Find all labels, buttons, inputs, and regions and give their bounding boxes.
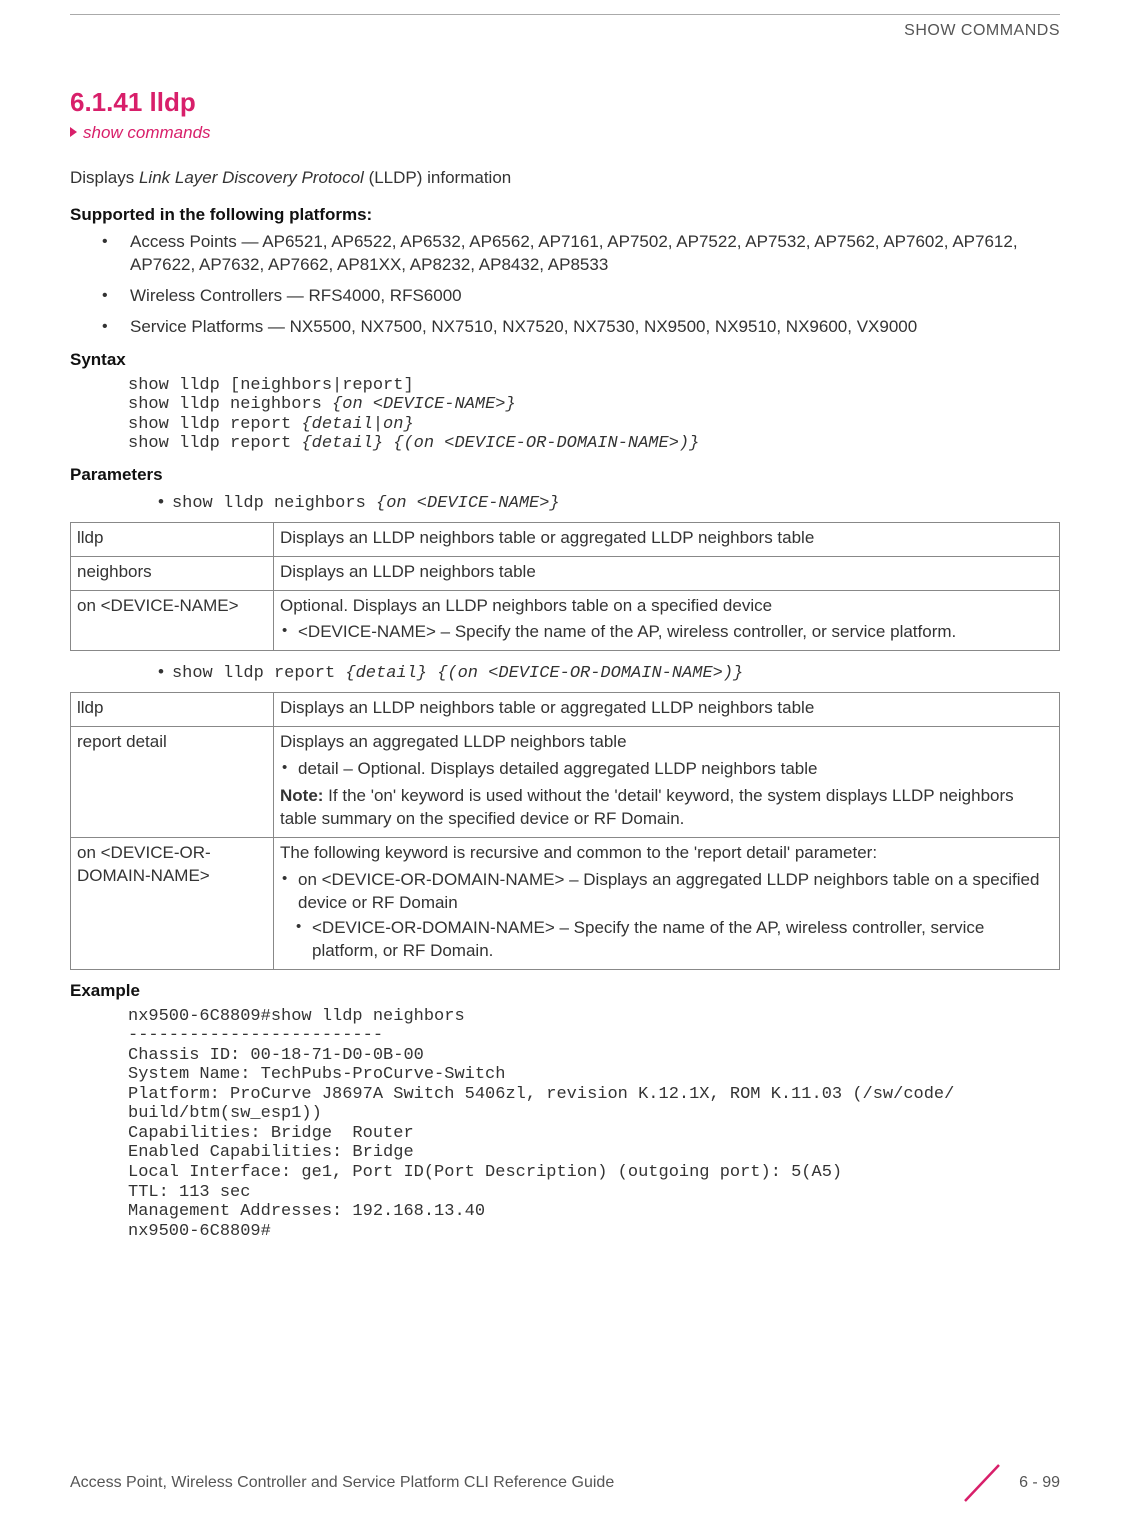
section-number: 6.1.41 lldp <box>70 85 1060 120</box>
platform-item: Access Points — AP6521, AP6522, AP6532, … <box>130 231 1060 277</box>
supported-heading: Supported in the following platforms: <box>70 204 1060 227</box>
table-row: lldp Displays an LLDP neighbors table or… <box>71 693 1060 727</box>
param-desc: The following keyword is recursive and c… <box>274 838 1060 970</box>
page-number: 6 - 99 <box>1019 1472 1060 1494</box>
header-label: SHOW COMMANDS <box>904 20 1060 42</box>
param-name: report detail <box>71 727 274 838</box>
syntax-block: show lldp [neighbors|report] show lldp n… <box>128 376 1060 454</box>
table-row: report detail Displays an aggregated LLD… <box>71 727 1060 838</box>
example-block: nx9500-6C8809#show lldp neighbors ------… <box>128 1007 1060 1242</box>
param-name: on <DEVICE-OR-DOMAIN-NAME> <box>71 838 274 970</box>
example-heading: Example <box>70 980 1060 1003</box>
param-command-2: •show lldp report {detail} {(on <DEVICE-… <box>158 661 1060 686</box>
table-row: lldp Displays an LLDP neighbors table or… <box>71 522 1060 556</box>
table-row: on <DEVICE-OR-DOMAIN-NAME> The following… <box>71 838 1060 970</box>
table-row: neighbors Displays an LLDP neighbors tab… <box>71 556 1060 590</box>
intro-text: Displays Link Layer Discovery Protocol (… <box>70 167 1060 190</box>
param-desc: Displays an LLDP neighbors table or aggr… <box>274 693 1060 727</box>
param-desc: Optional. Displays an LLDP neighbors tab… <box>274 590 1060 651</box>
param-name: neighbors <box>71 556 274 590</box>
table-row: on <DEVICE-NAME> Optional. Displays an L… <box>71 590 1060 651</box>
param-command-1: •show lldp neighbors {on <DEVICE-NAME>} <box>158 491 1060 516</box>
footer-slash-icon <box>957 1461 1007 1505</box>
param-desc: Displays an aggregated LLDP neighbors ta… <box>274 727 1060 838</box>
param-table-1: lldp Displays an LLDP neighbors table or… <box>70 522 1060 652</box>
param-name: lldp <box>71 693 274 727</box>
platform-item: Wireless Controllers — RFS4000, RFS6000 <box>130 285 1060 308</box>
param-desc: Displays an LLDP neighbors table or aggr… <box>274 522 1060 556</box>
parameters-heading: Parameters <box>70 464 1060 487</box>
breadcrumb-text: show commands <box>83 123 211 142</box>
breadcrumb-arrow-icon <box>70 127 77 137</box>
footer-title: Access Point, Wireless Controller and Se… <box>70 1472 614 1494</box>
platform-list: Access Points — AP6521, AP6522, AP6532, … <box>70 231 1060 339</box>
syntax-heading: Syntax <box>70 349 1060 372</box>
breadcrumb[interactable]: show commands <box>70 122 1060 145</box>
platform-item: Service Platforms — NX5500, NX7500, NX75… <box>130 316 1060 339</box>
page-footer: Access Point, Wireless Controller and Se… <box>70 1461 1060 1505</box>
param-table-2: lldp Displays an LLDP neighbors table or… <box>70 692 1060 969</box>
param-name: lldp <box>71 522 274 556</box>
param-name: on <DEVICE-NAME> <box>71 590 274 651</box>
param-desc: Displays an LLDP neighbors table <box>274 556 1060 590</box>
